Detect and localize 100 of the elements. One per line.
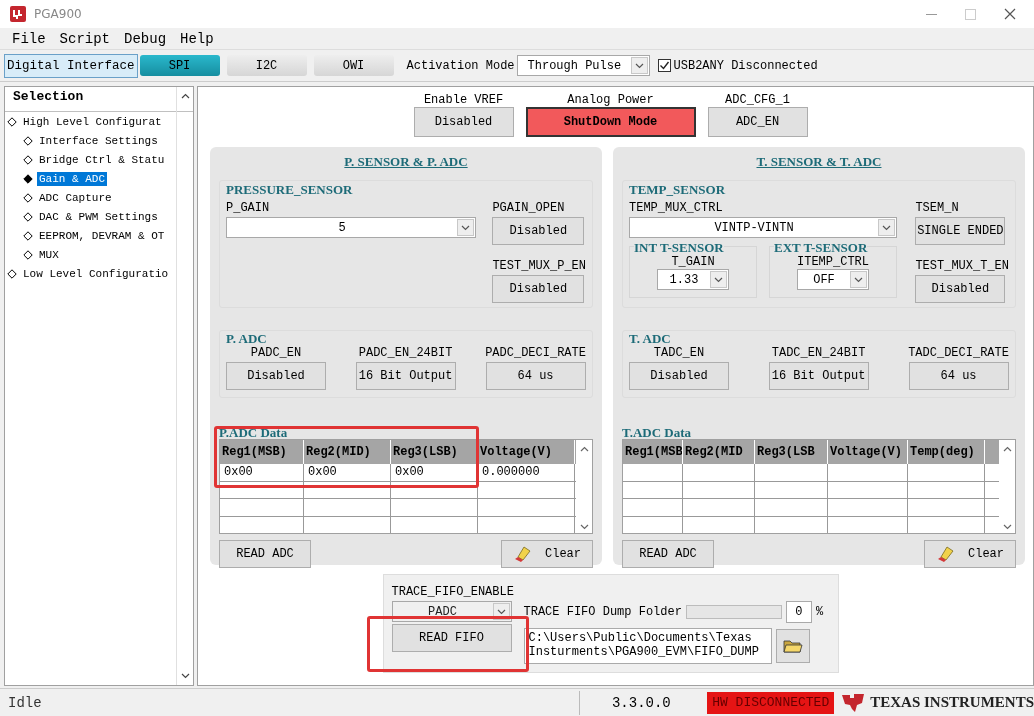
read-adc-button[interactable]: READ ADC [622, 540, 714, 568]
tree-item[interactable]: EEPROM, DEVRAM & OT [37, 228, 167, 243]
section-title: P.ADC Data [219, 426, 289, 440]
menu-item[interactable]: Help [180, 30, 214, 47]
section-title: TEMP_SENSOR [629, 183, 727, 197]
tree-item[interactable]: Gain & ADC [37, 171, 107, 186]
tree-item[interactable]: High Level Configurat [21, 114, 164, 129]
section-title: INT T-SENSOR [634, 241, 724, 255]
dropdown[interactable]: VINTP-VINTN [629, 217, 897, 238]
interface-tab[interactable]: I2C [226, 55, 307, 76]
field-label: TRACE FIFO Dump Folder [523, 605, 682, 619]
scroll-down-icon[interactable] [180, 673, 190, 679]
diamond-icon [23, 173, 33, 184]
tree-item[interactable]: Bridge Ctrl & Statu [37, 152, 167, 167]
checkbox[interactable] [657, 59, 671, 72]
eraser-icon [936, 546, 954, 562]
scroll-down-icon[interactable] [579, 524, 589, 530]
clear-button[interactable]: Clear [501, 540, 593, 568]
column-header: Reg3(LSB) [391, 440, 478, 464]
field-label: TRACE_FIFO_ENABLE [391, 585, 515, 599]
section-title: EXT T-SENSOR [774, 241, 868, 255]
menu-item[interactable]: Debug [124, 30, 167, 47]
read-adc-button[interactable]: READ ADC [219, 540, 311, 568]
tree-item[interactable]: DAC & PWM Settings [37, 209, 160, 224]
field-label: PADC_EN [250, 346, 302, 360]
toggle-button[interactable]: Disabled [413, 107, 514, 137]
toggle-button[interactable]: Disabled [915, 275, 1006, 303]
toggle-button[interactable]: ShutDown Mode [525, 107, 696, 137]
percent-sign: % [815, 605, 824, 619]
panel-title: P. SENSOR & P. ADC [344, 154, 468, 170]
tree-item[interactable]: ADC Capture [37, 190, 114, 205]
field-label: Analog Power [567, 93, 654, 107]
toggle-button[interactable]: ADC_EN [707, 107, 808, 137]
minimize-icon[interactable] [926, 13, 937, 15]
diamond-icon [7, 268, 17, 279]
read-fifo-button[interactable]: READ FIFO [391, 624, 512, 652]
diamond-icon [23, 154, 33, 165]
dropdown[interactable]: 1.33 [657, 269, 729, 290]
interface-tab[interactable]: OWI [313, 55, 394, 76]
diamond-icon [23, 249, 33, 260]
interface-tab[interactable]: SPI [139, 55, 220, 76]
toggle-button[interactable]: Disabled [492, 275, 585, 303]
version-text: 3.3.0.0 [578, 690, 704, 715]
dropdown[interactable]: 5 [226, 217, 476, 238]
column-header: Reg2(MID) [304, 440, 391, 464]
field-label: TADC_EN [653, 346, 705, 360]
scroll-up-icon[interactable] [1002, 446, 1012, 452]
diamond-icon [23, 192, 33, 203]
tree-item[interactable]: MUX [37, 247, 61, 262]
section-title: PRESSURE_SENSOR [226, 183, 354, 197]
field-label: PGAIN_OPEN [492, 201, 565, 215]
toggle-button[interactable]: Disabled [629, 362, 729, 390]
folder-path-field[interactable]: C:\Users\Public\Documents\Texas Insturments\PGA900_EVM\FIFO_DUMP [523, 628, 772, 664]
clear-button[interactable]: Clear [924, 540, 1016, 568]
field-label: TEMP_MUX_CTRL [629, 201, 724, 215]
toggle-button[interactable]: 64 us [908, 362, 1009, 390]
diamond-icon [23, 230, 33, 241]
toggle-button[interactable]: 16 Bit Output [355, 362, 456, 390]
logo-text: TEXAS INSTRUMENTS [870, 694, 1034, 711]
scroll-down-icon[interactable] [1002, 524, 1012, 530]
field-label: ITEMP_CTRL [797, 255, 869, 269]
tree-item[interactable]: Low Level Configuratio [21, 266, 171, 281]
scroll-up-icon[interactable] [579, 446, 589, 452]
field-label: P_GAIN [226, 201, 271, 215]
tree-item[interactable]: Interface Settings [37, 133, 160, 148]
column-header: Temp(deg) [908, 440, 985, 464]
toggle-button[interactable]: 64 us [485, 362, 586, 390]
column-header: Voltage(V) [828, 440, 908, 464]
sidebar-header: Selection [5, 87, 193, 112]
browse-button[interactable] [775, 629, 810, 663]
field-label: ADC_CFG_1 [725, 93, 790, 107]
close-icon[interactable] [1004, 8, 1016, 20]
table-cell: 0x00 [304, 464, 391, 481]
section-title: T. ADC [629, 332, 672, 346]
menu-item[interactable]: File [12, 30, 46, 47]
column-header: Reg3(LSB [755, 440, 828, 464]
menu-item[interactable]: Script [59, 30, 111, 47]
toggle-button[interactable]: Disabled [226, 362, 326, 390]
scroll-up-icon[interactable] [180, 93, 190, 99]
field-label: TEST_MUX_T_EN [915, 259, 1009, 273]
field-label: PADC_EN_24BIT [358, 346, 453, 360]
window-title: PGA900 [34, 7, 82, 21]
diamond-icon [23, 211, 33, 222]
column-header: Reg1(MSB) [220, 440, 304, 464]
column-header: Reg1(MSB [623, 440, 683, 464]
folder-icon [782, 638, 803, 654]
toggle-button[interactable]: 16 Bit Output [768, 362, 869, 390]
toggle-button[interactable]: SINGLE ENDED [915, 217, 1006, 245]
dropdown[interactable]: Through Pulse [516, 55, 650, 76]
toggle-button[interactable]: Disabled [492, 217, 585, 245]
diamond-icon [23, 135, 33, 146]
table-cell: 0x00 [220, 464, 304, 481]
dropdown[interactable]: OFF [797, 269, 869, 290]
column-header: Reg2(MID [683, 440, 755, 464]
field-label: TSEM_N [915, 201, 959, 215]
percent-field: 0 [785, 601, 812, 623]
field-label: TADC_DECI_RATE [908, 346, 1009, 360]
connection-status: HW DISCONNECTED [707, 691, 835, 714]
field-label: T_GAIN [671, 255, 715, 269]
field-label: Enable VREF [423, 93, 504, 107]
